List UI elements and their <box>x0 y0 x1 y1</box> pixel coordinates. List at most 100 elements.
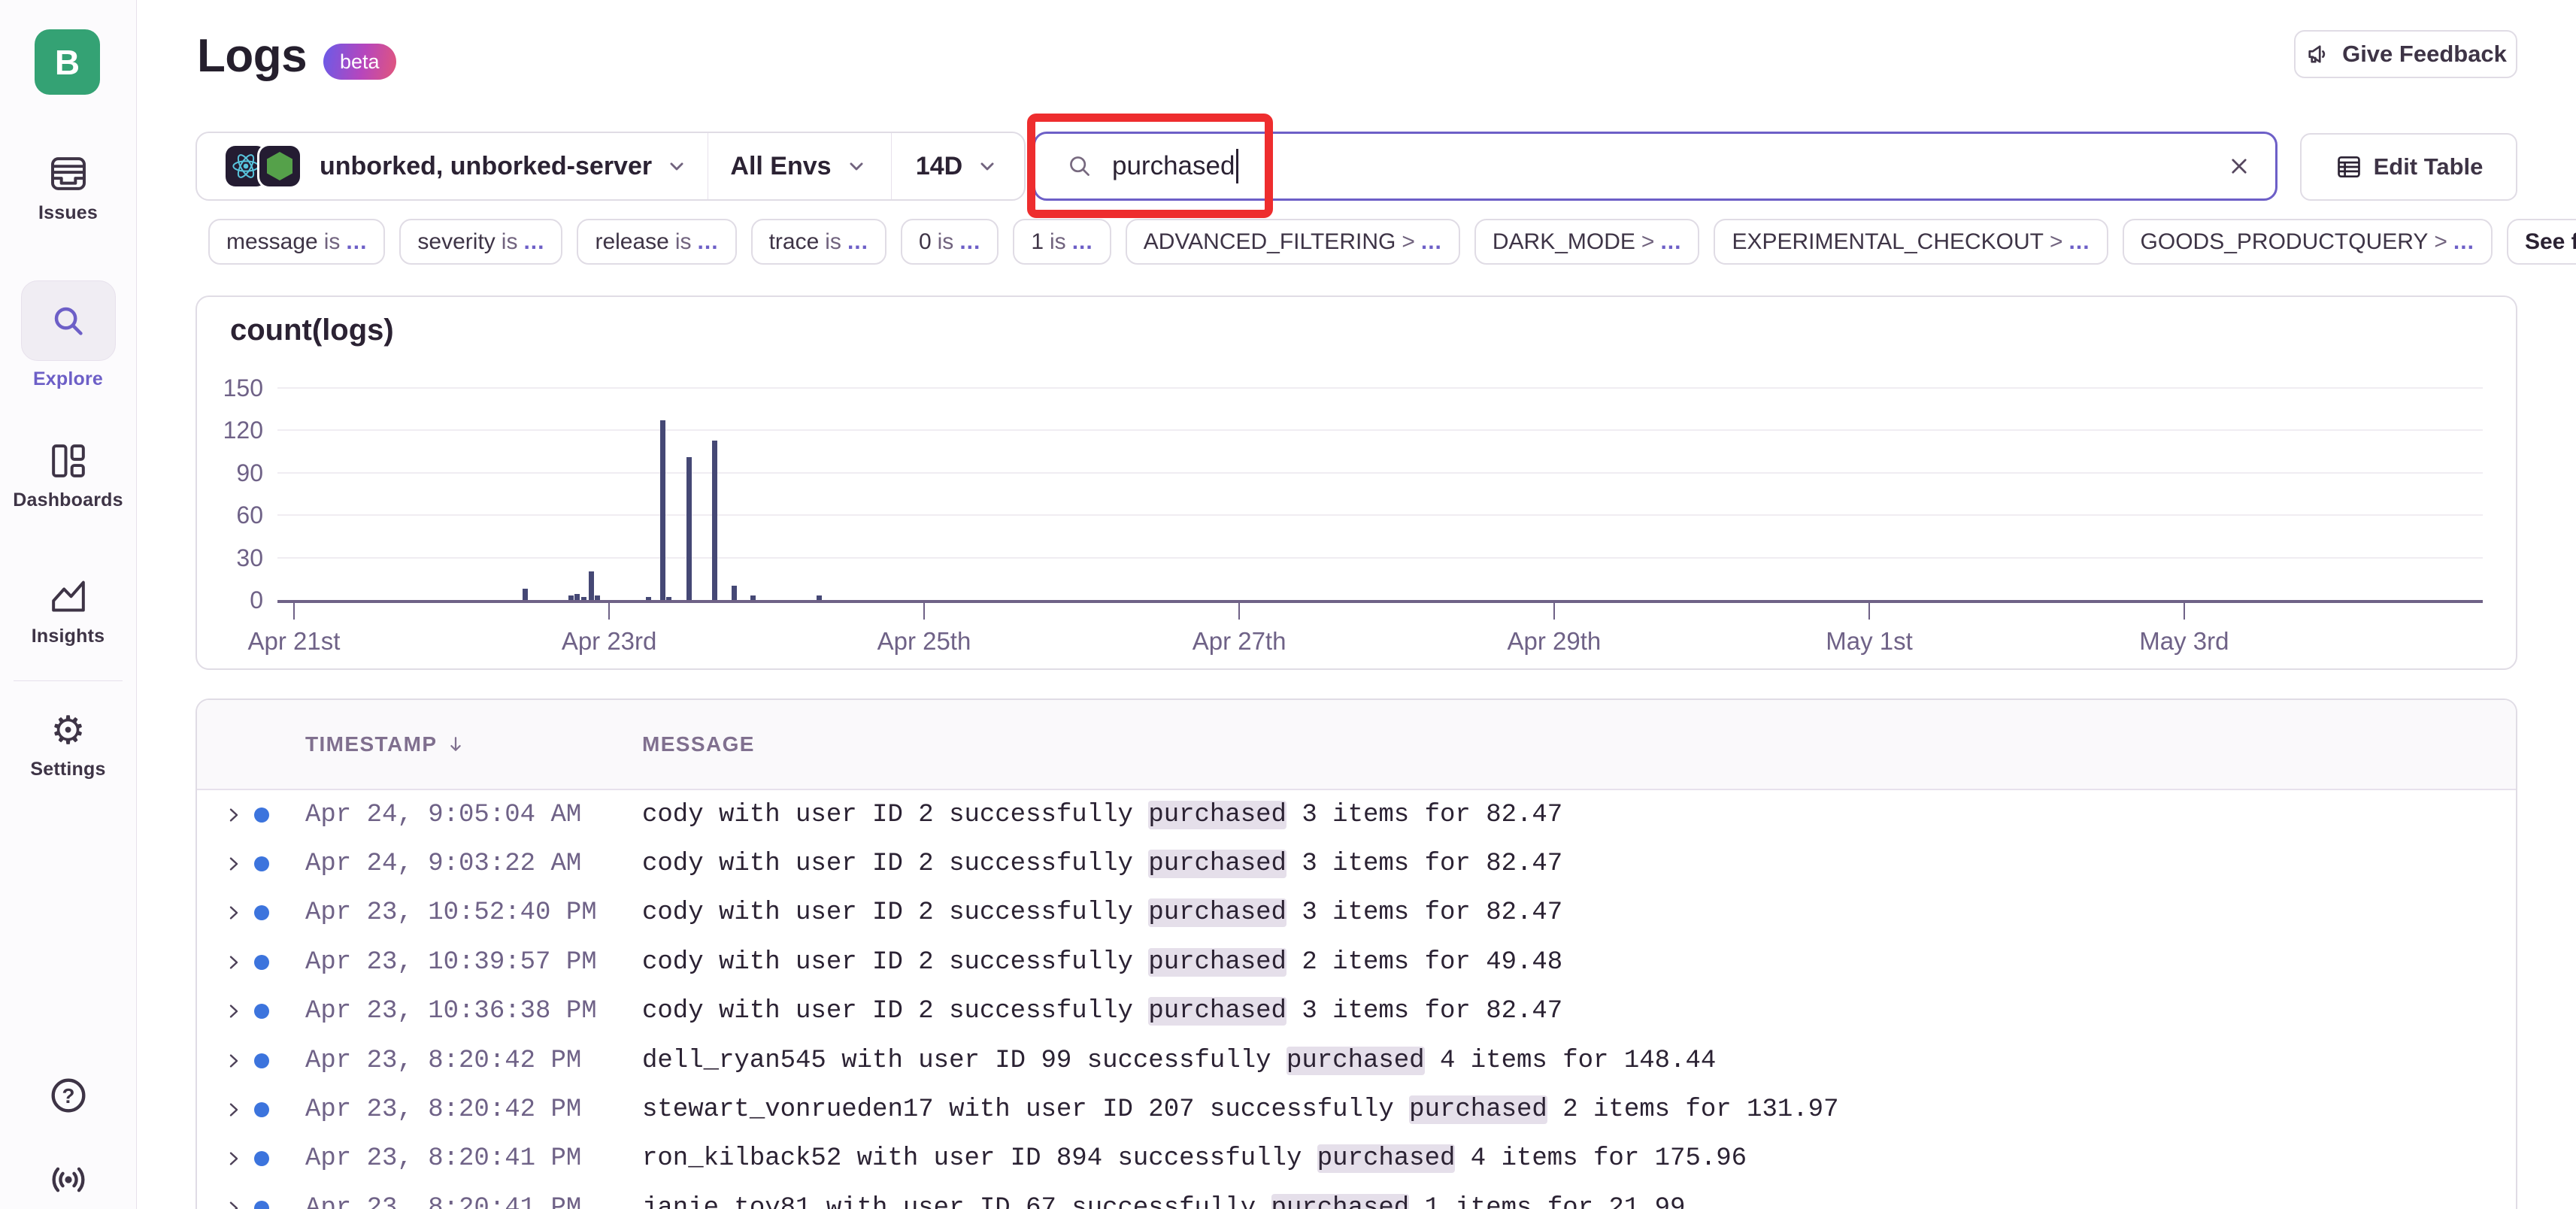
message-cell: janie_toy81 with user ID 67 successfully… <box>642 1194 1685 1209</box>
column-header-timestamp[interactable]: TIMESTAMP <box>305 700 467 789</box>
filter-chip[interactable]: messageis... <box>208 219 385 265</box>
filter-chip[interactable]: releaseis... <box>577 219 736 265</box>
logs-table-body: Apr 24, 9:05:04 AM cody with user ID 2 su… <box>197 790 2516 1209</box>
chart-bar[interactable] <box>523 589 528 600</box>
severity-dot <box>254 808 269 823</box>
log-row[interactable]: Apr 23, 10:39:57 PMcody with user ID 2 s… <box>197 938 2516 986</box>
search-input[interactable]: purchased <box>1033 132 2277 201</box>
chart-bar[interactable] <box>581 597 586 600</box>
expand-row-chevron-icon[interactable] <box>222 1147 246 1171</box>
expand-row-chevron-icon[interactable] <box>222 999 246 1023</box>
expand-row-chevron-icon[interactable] <box>222 901 246 925</box>
sidebar-item-issues[interactable]: Issues <box>0 153 136 224</box>
sidebar-item-explore[interactable]: Explore <box>0 280 136 390</box>
expand-row-chevron-icon[interactable] <box>222 803 246 827</box>
search-icon <box>1065 152 1094 180</box>
org-avatar[interactable]: B <box>35 29 100 95</box>
environment-selector[interactable]: All Envs <box>708 133 891 199</box>
chart-bar[interactable] <box>646 597 651 600</box>
chart-bar[interactable] <box>660 420 665 600</box>
svg-text:?: ? <box>62 1084 74 1107</box>
sidebar-item-insights[interactable]: Insights <box>0 576 136 647</box>
project-selector[interactable]: unborked, unborked-server <box>197 133 708 199</box>
megaphone-icon <box>2305 41 2332 68</box>
filter-chip[interactable]: ADVANCED_FILTERING>... <box>1126 219 1460 265</box>
message-cell: cody with user ID 2 successfully purchas… <box>642 801 1562 829</box>
broadcast-icon <box>0 1158 136 1201</box>
insights-chart-icon <box>0 576 136 618</box>
chart-bar[interactable] <box>574 594 580 600</box>
chart-bar[interactable] <box>817 595 822 600</box>
chart-bar[interactable] <box>595 595 600 600</box>
date-range-selector[interactable]: 14D <box>891 133 1024 199</box>
timestamp-cell: Apr 24, 9:05:04 AM <box>305 801 581 829</box>
search-match-highlight: purchased <box>1271 1194 1410 1209</box>
timestamp-cell: Apr 23, 10:52:40 PM <box>305 898 597 927</box>
expand-row-chevron-icon[interactable] <box>222 950 246 974</box>
filter-chip-text: ... <box>346 229 367 255</box>
expand-row-chevron-icon[interactable] <box>222 1049 246 1073</box>
severity-dot <box>254 856 269 871</box>
filter-chip[interactable]: 1is... <box>1013 219 1111 265</box>
filter-chip[interactable]: EXPERIMENTAL_CHECKOUT>... <box>1714 219 2108 265</box>
chart-bar[interactable] <box>732 586 737 600</box>
search-match-highlight: purchased <box>1409 1095 1547 1124</box>
search-match-highlight: purchased <box>1286 1047 1425 1075</box>
filter-chip[interactable]: severityis... <box>399 219 562 265</box>
give-feedback-button[interactable]: Give Feedback <box>2294 30 2517 78</box>
x-axis-tick <box>608 603 610 620</box>
filter-chip-text: is <box>1044 229 1072 255</box>
help-button[interactable]: ? <box>0 1074 136 1117</box>
log-row[interactable]: Apr 23, 8:20:42 PMstewart_vonrueden17 wi… <box>197 1085 2516 1134</box>
log-row[interactable]: Apr 23, 10:52:40 PMcody with user ID 2 s… <box>197 889 2516 938</box>
search-match-highlight: purchased <box>1317 1144 1456 1173</box>
explore-active-pill <box>21 280 116 361</box>
log-row[interactable]: Apr 23, 10:36:38 PMcody with user ID 2 s… <box>197 987 2516 1036</box>
y-axis-tick-label: 120 <box>197 416 263 444</box>
x-axis-tick <box>293 603 295 620</box>
chart-bar[interactable] <box>750 595 756 600</box>
search-input-value: purchased <box>1112 151 1235 181</box>
y-axis-tick-label: 90 <box>197 459 263 487</box>
chart-bar[interactable] <box>686 457 692 600</box>
issues-inbox-icon <box>0 153 136 195</box>
whats-new-button[interactable] <box>0 1158 136 1201</box>
chart-bar[interactable] <box>712 441 717 600</box>
gridline <box>277 514 2483 516</box>
log-row[interactable]: Apr 23, 8:20:41 PMron_kilback52 with use… <box>197 1135 2516 1183</box>
chart-bar[interactable] <box>568 595 574 600</box>
expand-row-chevron-icon[interactable] <box>222 1196 246 1209</box>
sidebar-item-dashboards[interactable]: Dashboards <box>0 440 136 511</box>
gridline <box>277 557 2483 559</box>
date-range-label: 14D <box>916 152 962 181</box>
filter-chip[interactable]: GOODS_PRODUCTQUERY>... <box>2123 219 2493 265</box>
edit-table-button[interactable]: Edit Table <box>2300 133 2517 201</box>
log-row[interactable]: Apr 24, 9:05:04 AM cody with user ID 2 su… <box>197 790 2516 839</box>
sidebar-item-settings[interactable]: ⚙ Settings <box>0 711 136 780</box>
log-row[interactable]: Apr 23, 8:20:42 PMdell_ryan545 with user… <box>197 1036 2516 1085</box>
chart-bar[interactable] <box>666 597 671 600</box>
search-match-highlight: purchased <box>1148 898 1286 927</box>
sidebar-item-label: Explore <box>0 368 136 390</box>
x-axis-tick-label: Apr 29th <box>1471 627 1637 656</box>
search-match-highlight: purchased <box>1148 997 1286 1026</box>
expand-row-chevron-icon[interactable] <box>222 852 246 876</box>
clear-search-icon[interactable] <box>2226 153 2253 180</box>
expand-row-chevron-icon[interactable] <box>222 1098 246 1122</box>
sort-descending-icon <box>444 733 467 756</box>
sidebar-item-label: Issues <box>0 202 136 224</box>
column-header-message[interactable]: MESSAGE <box>642 700 755 789</box>
gear-icon: ⚙ <box>0 711 136 751</box>
filter-chip[interactable]: DARK_MODE>... <box>1474 219 1700 265</box>
environment-selector-label: All Envs <box>730 152 831 181</box>
log-row[interactable]: Apr 23, 8:20:41 PMjanie_toy81 with user … <box>197 1183 2516 1209</box>
chart-bar[interactable] <box>589 571 594 600</box>
chart-plot-area[interactable] <box>277 388 2483 603</box>
filter-chip[interactable]: traceis... <box>751 219 886 265</box>
x-axis-tick-label: May 1st <box>1787 627 1952 656</box>
see-full-list-chip[interactable]: See full list <box>2507 219 2576 265</box>
timestamp-cell: Apr 23, 10:36:38 PM <box>305 997 597 1026</box>
filter-chip[interactable]: 0is... <box>901 219 999 265</box>
log-row[interactable]: Apr 24, 9:03:22 AMcody with user ID 2 su… <box>197 839 2516 888</box>
y-axis-tick-label: 150 <box>197 374 263 402</box>
